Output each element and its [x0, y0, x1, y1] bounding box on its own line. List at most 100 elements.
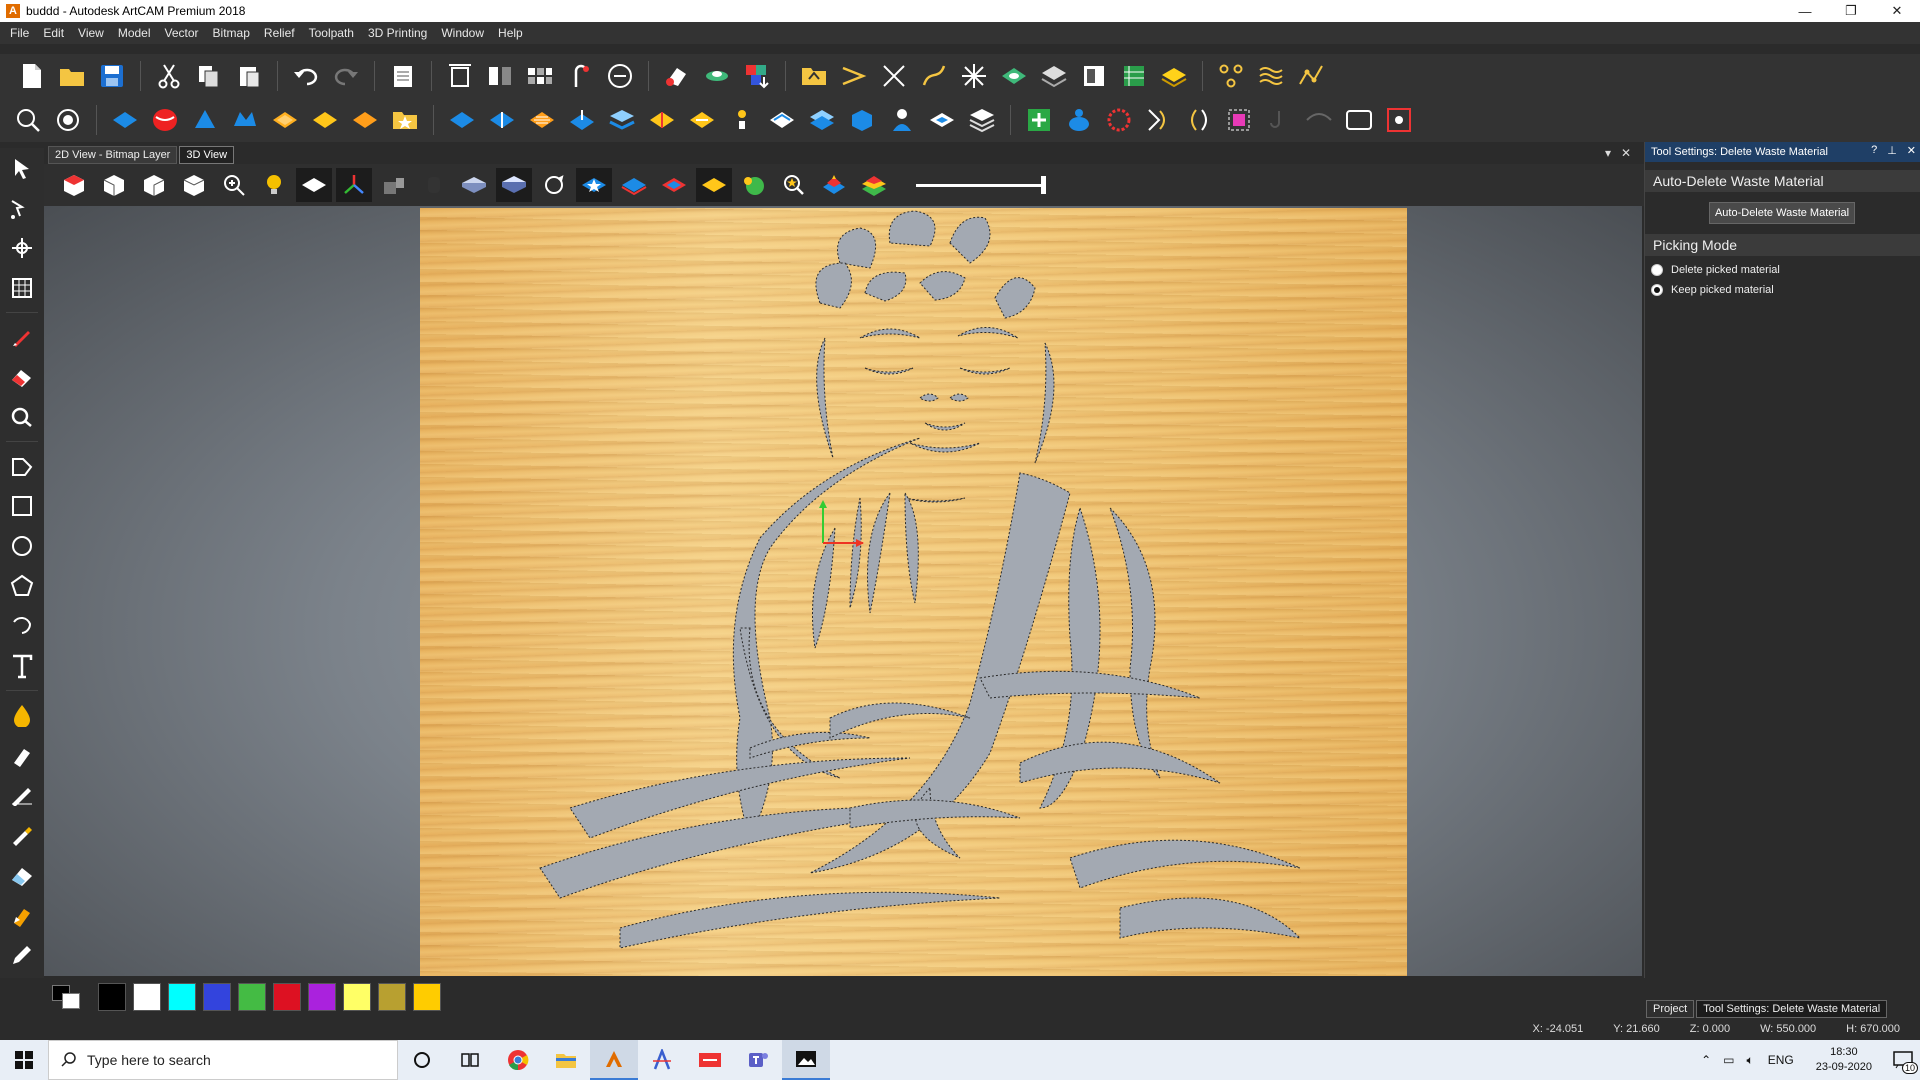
import-vector-icon[interactable]: [796, 58, 832, 94]
relief-layers-orange-icon[interactable]: [524, 102, 560, 138]
relief-red-twist-icon[interactable]: [147, 102, 183, 138]
swatch-gold[interactable]: [413, 983, 441, 1011]
measure-icon[interactable]: [602, 58, 638, 94]
auto-delete-waste-button[interactable]: Auto-Delete Waste Material: [1709, 202, 1855, 224]
grid-icon[interactable]: [0, 268, 44, 308]
relief-texture-icon[interactable]: [267, 102, 303, 138]
tab-project[interactable]: Project: [1646, 1000, 1695, 1018]
node-edit-icon[interactable]: [0, 188, 44, 228]
vector-arrow-icon[interactable]: [836, 58, 872, 94]
blue-plane-icon[interactable]: [616, 168, 652, 202]
offset-tool-icon[interactable]: [562, 58, 598, 94]
tab-tool-settings[interactable]: Tool Settings: Delete Waste Material: [1696, 1000, 1888, 1018]
menu-help[interactable]: Help: [498, 26, 523, 40]
cloud-view-icon[interactable]: [50, 102, 86, 138]
relief-pot-icon[interactable]: [1061, 102, 1097, 138]
relief-bead-icon[interactable]: [724, 102, 760, 138]
pen-red-icon[interactable]: [0, 317, 44, 357]
open-folder-icon[interactable]: [54, 58, 90, 94]
gold-plane-icon[interactable]: [696, 168, 732, 202]
relief-hook-icon[interactable]: [1261, 102, 1297, 138]
relief-plate-icon[interactable]: [924, 102, 960, 138]
relief-bust-icon[interactable]: [884, 102, 920, 138]
transform-icon[interactable]: [0, 228, 44, 268]
tab-3d-view[interactable]: 3D View: [179, 146, 235, 164]
relief-shape-icon[interactable]: [996, 58, 1032, 94]
paint-fill-icon[interactable]: [0, 895, 44, 935]
language-indicator[interactable]: ENG: [1768, 1053, 1794, 1067]
axes-icon[interactable]: [336, 168, 372, 202]
material-plane-icon[interactable]: [296, 168, 332, 202]
nodes-icon[interactable]: [1213, 58, 1249, 94]
relief-layer-blue-icon[interactable]: [804, 102, 840, 138]
tray-chevron-icon[interactable]: ⌃: [1701, 1053, 1711, 1067]
redo-icon[interactable]: [328, 58, 364, 94]
volume-icon[interactable]: 🔈︎: [1747, 1053, 1754, 1068]
menu-window[interactable]: Window: [441, 26, 484, 40]
radio-button-selected[interactable]: [1651, 284, 1663, 296]
rainbow-layers-icon[interactable]: [856, 168, 892, 202]
shape-editor-icon[interactable]: [699, 58, 735, 94]
clock[interactable]: 18:30 23-09-2020: [1816, 1045, 1872, 1075]
restore-button[interactable]: ❐: [1828, 0, 1874, 22]
model-size-icon[interactable]: [442, 58, 478, 94]
windows-start-icon[interactable]: [0, 1040, 48, 1080]
menu-vector[interactable]: Vector: [165, 26, 199, 40]
text-tool-icon[interactable]: [0, 646, 44, 686]
curve-icon[interactable]: [916, 58, 952, 94]
radio-keep-picked[interactable]: Keep picked material: [1651, 284, 1920, 296]
tab-2d-view[interactable]: 2D View - Bitmap Layer: [48, 146, 178, 164]
relief-frame-icon[interactable]: [1341, 102, 1377, 138]
save-icon[interactable]: [94, 58, 130, 94]
arc-tool-icon[interactable]: [0, 606, 44, 646]
wood-material-block[interactable]: [420, 208, 1407, 976]
file-explorer-icon[interactable]: [542, 1040, 590, 1080]
notes-icon[interactable]: [385, 58, 421, 94]
menu-toolpath[interactable]: Toolpath: [309, 26, 354, 40]
cortana-icon[interactable]: [398, 1040, 446, 1080]
layered-relief-icon[interactable]: [1036, 58, 1072, 94]
star-shape-icon[interactable]: [956, 58, 992, 94]
relief-shaded-icon[interactable]: [496, 168, 532, 202]
task-view-icon[interactable]: [446, 1040, 494, 1080]
circle-tool-icon[interactable]: [0, 526, 44, 566]
undo-icon[interactable]: [288, 58, 324, 94]
green-ball-icon[interactable]: [736, 168, 772, 202]
document-template-icon[interactable]: [1076, 58, 1112, 94]
add-green-icon[interactable]: [1021, 102, 1057, 138]
star-plane-icon[interactable]: [576, 168, 612, 202]
menu-edit[interactable]: Edit: [43, 26, 64, 40]
waves-icon[interactable]: [1253, 58, 1289, 94]
panel-pin-icon[interactable]: ⊥: [1887, 144, 1897, 157]
relief-gold-icon[interactable]: [644, 102, 680, 138]
view-dropdown-icon[interactable]: ▾: [1605, 146, 1611, 160]
relief-solid-icon[interactable]: [456, 168, 492, 202]
trim-icon[interactable]: [876, 58, 912, 94]
eraser-red-icon[interactable]: [0, 357, 44, 397]
swatch-cyan[interactable]: [168, 983, 196, 1011]
rectangle-tool-icon[interactable]: [0, 486, 44, 526]
block-view-icon[interactable]: [376, 168, 412, 202]
drop-fill-icon[interactable]: [0, 695, 44, 735]
notifications-icon[interactable]: 10: [1886, 1040, 1920, 1080]
paintbrush-icon[interactable]: [0, 815, 44, 855]
relief-mirror-icon[interactable]: [1181, 102, 1217, 138]
swatch-red[interactable]: [273, 983, 301, 1011]
copy-icon[interactable]: [191, 58, 227, 94]
new-file-icon[interactable]: [14, 58, 50, 94]
relief-ring-icon[interactable]: [1101, 102, 1137, 138]
spreadsheet-icon[interactable]: [1116, 58, 1152, 94]
relief-folder-icon[interactable]: [387, 102, 423, 138]
menu-3d-printing[interactable]: 3D Printing: [368, 26, 427, 40]
relief-extrude-icon[interactable]: [187, 102, 223, 138]
relief-gold-flat-icon[interactable]: [684, 102, 720, 138]
panel-help-icon[interactable]: ?: [1871, 144, 1877, 157]
panel-close-icon[interactable]: ✕: [1907, 144, 1916, 157]
relief-raise-icon[interactable]: [564, 102, 600, 138]
secondary-colour-swatch[interactable]: [62, 993, 80, 1009]
relief-angle-icon[interactable]: [1141, 102, 1177, 138]
swatch-white[interactable]: [133, 983, 161, 1011]
photos-icon[interactable]: [782, 1040, 830, 1080]
relief-plane-icon[interactable]: [107, 102, 143, 138]
minimize-button[interactable]: —: [1782, 0, 1828, 22]
